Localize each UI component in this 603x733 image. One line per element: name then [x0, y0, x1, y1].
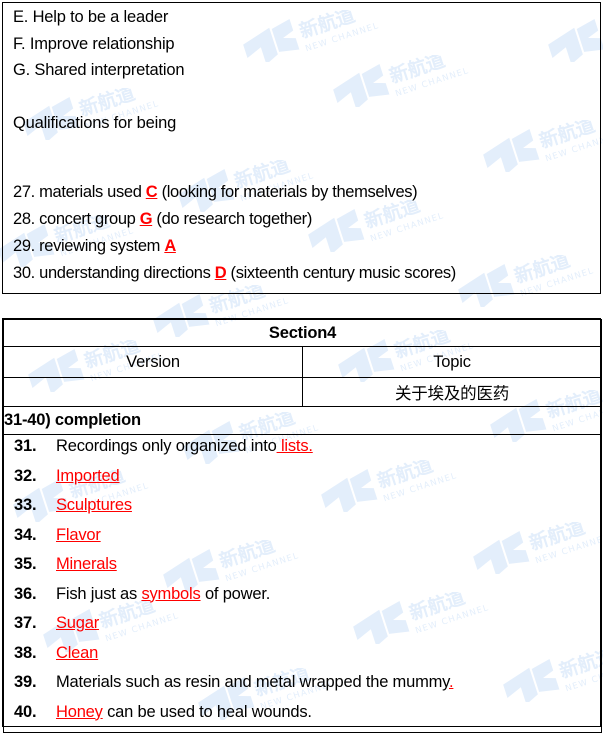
option-item-g: G. Shared interpretation [13, 61, 185, 79]
answer-word: Flavor [56, 525, 101, 544]
answer-number: 35. [14, 555, 37, 573]
question-text-30-pre: understanding directions [39, 264, 215, 282]
answer-word: Honey [56, 702, 103, 721]
completion-label: 31-40) completion [3, 406, 602, 435]
table-row-headers: Version Topic [3, 346, 602, 378]
question-row-28: 28. concert group G (do research togethe… [13, 206, 601, 233]
answer-text-prefix: Recordings only organized into [56, 437, 277, 455]
section4-block: Section4 Version Topic 关于埃及的医药 31-40) co… [2, 318, 602, 733]
answer-row: 33. Sculptures [4, 496, 601, 526]
answer-number: 40. [14, 702, 37, 721]
question-text-27-post: (looking for materials by themselves) [157, 183, 418, 201]
answer-text: Sculptures [56, 496, 601, 515]
option-list: E. Help to be a leader F. Improve relati… [13, 4, 593, 137]
answer-text: Honey can be used to heal wounds. [56, 703, 601, 722]
answer-text: Materials such as resin and metal wrappe… [56, 673, 601, 692]
answer-row: 36. Fish just as symbols of power. [4, 585, 601, 615]
answer-text: Flavor [56, 526, 601, 545]
question-number-29: 29. [13, 237, 35, 255]
option-item-f: F. Improve relationship [13, 34, 175, 53]
question-answer-28: G [139, 210, 153, 228]
table-row-answers: 31. Recordings only organized into lists.… [3, 434, 602, 733]
table-row-values: 关于埃及的医药 [3, 377, 602, 407]
question-list-27-30: 27. materials used C (looking for materi… [13, 179, 601, 287]
answer-row: 34. Flavor [4, 526, 601, 556]
table-row-completion: 31-40) completion [3, 406, 602, 435]
options-block: E. Help to be a leader F. Improve relati… [2, 2, 601, 294]
answer-number: 33. [14, 496, 37, 514]
answer-text: Imported [56, 467, 601, 486]
answer-text: Minerals [56, 555, 601, 574]
answer-row: 35. Minerals [4, 555, 601, 585]
answer-text-prefix: Materials such as resin and metal wrappe… [56, 673, 449, 691]
answer-word: Minerals [56, 555, 117, 573]
answer-row: 37. Sugar [4, 614, 601, 644]
answers-cell: 31. Recordings only organized into lists.… [3, 434, 602, 733]
table-row-title: Section4 [3, 319, 602, 347]
question-text-30-post: (sixteenth century music scores) [226, 264, 457, 282]
column-header-topic: Topic [302, 346, 602, 378]
question-answer-27: C [145, 183, 158, 201]
section4-table: Section4 Version Topic 关于埃及的医药 31-40) co… [3, 319, 602, 733]
question-answer-29: A [164, 237, 176, 255]
answer-number: 32. [14, 466, 37, 485]
question-number-28: 28. [13, 210, 35, 228]
answer-text: Clean [56, 644, 601, 663]
answer-word: Imported [56, 466, 120, 485]
cell-version-value [3, 377, 303, 407]
answer-row: 32. Imported [4, 467, 601, 497]
qualifications-heading: Qualifications for being [13, 114, 177, 132]
answer-text: Sugar [56, 614, 601, 633]
answer-number: 36. [14, 584, 37, 603]
answer-word: Clean [56, 643, 99, 662]
option-item-e: E. Help to be a leader [13, 8, 169, 26]
question-number-27: 27. [13, 183, 35, 201]
question-row-29: 29. reviewing system A [13, 233, 601, 260]
answer-number: 39. [14, 673, 37, 691]
question-text-27-pre: materials used [39, 183, 146, 201]
answer-word: symbols [141, 584, 201, 603]
answer-list-31-40: 31. Recordings only organized into lists.… [4, 435, 601, 732]
answer-word: Sculptures [56, 496, 132, 514]
answer-number: 38. [14, 643, 37, 662]
question-text-28-pre: concert group [39, 210, 140, 228]
answer-number: 37. [14, 614, 37, 632]
section-title: Section4 [3, 319, 602, 347]
question-number-30: 30. [13, 264, 35, 282]
question-row-30: 30. understanding directions D (sixteent… [13, 260, 601, 287]
question-text-28-post: (do research together) [152, 210, 312, 228]
answer-word: lists. [276, 437, 313, 455]
cell-topic-value: 关于埃及的医药 [302, 377, 602, 407]
answer-word: Sugar [56, 614, 100, 632]
answer-number: 34. [14, 525, 37, 544]
answer-row: 39. Materials such as resin and metal wra… [4, 673, 601, 703]
answer-word: . [449, 673, 454, 691]
answer-text: Recordings only organized into lists. [56, 437, 601, 456]
answer-row: 40. Honey can be used to heal wounds. [4, 703, 601, 733]
answer-row: 31. Recordings only organized into lists. [4, 437, 601, 467]
question-row-27: 27. materials used C (looking for materi… [13, 179, 601, 206]
column-header-version: Version [3, 346, 303, 378]
answer-text-suffix: of power. [200, 584, 271, 603]
answer-number: 31. [14, 437, 37, 455]
answer-text-suffix: can be used to heal wounds. [102, 702, 312, 721]
question-answer-30: D [214, 264, 227, 282]
answer-text-prefix: Fish just as [56, 584, 142, 603]
question-text-29-pre: reviewing system [39, 237, 165, 255]
answer-text: Fish just as symbols of power. [56, 585, 601, 604]
answer-row: 38. Clean [4, 644, 601, 674]
